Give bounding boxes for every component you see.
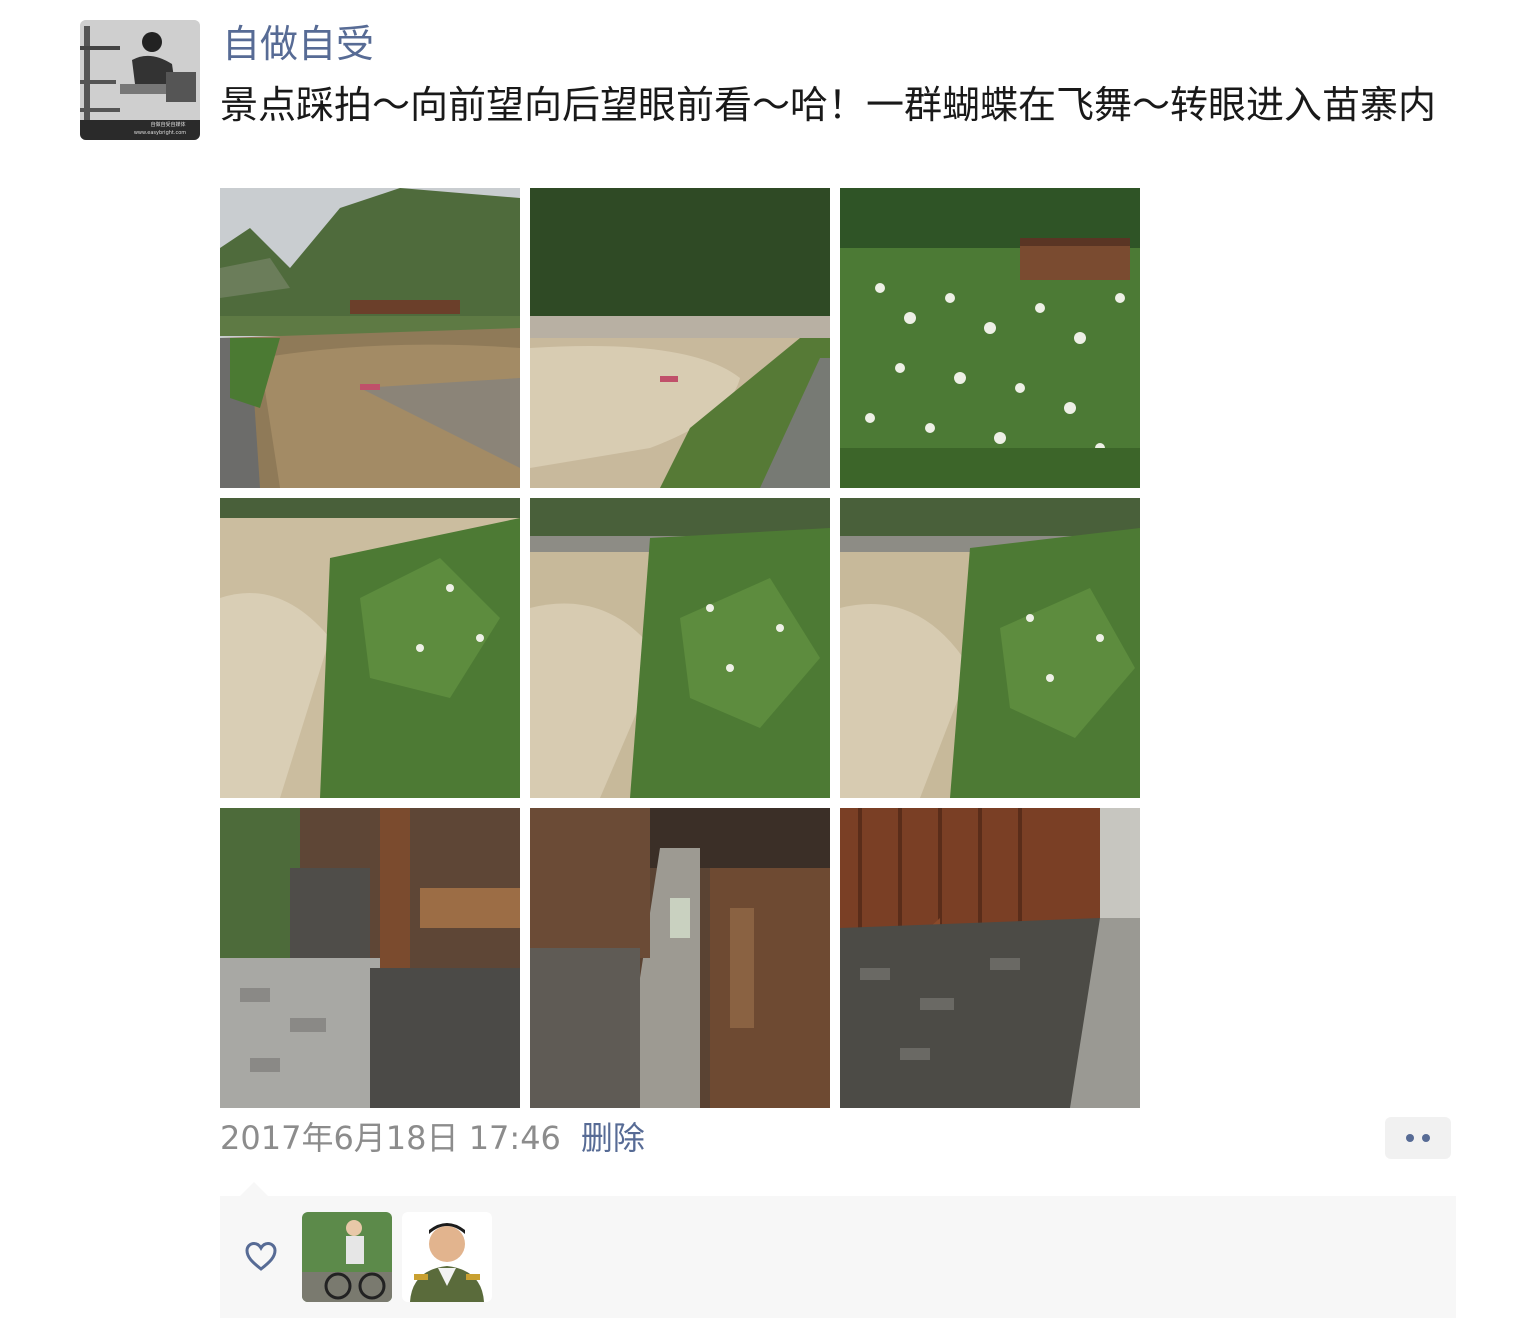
photo-8-image [530,808,830,1108]
liker-avatar-1[interactable] [302,1212,392,1302]
photo-3[interactable] [840,188,1140,488]
more-options-button[interactable] [1385,1117,1451,1159]
photo-grid [220,188,1140,1108]
avatar-url-text: www.easybright.com [134,130,186,136]
photo-2[interactable] [530,188,830,488]
post-text: 景点踩拍～向前望向后望眼前看～哈！一群蝴蝶在飞舞～转眼进入苗寨内 [220,83,1437,127]
liker-avatar-2[interactable] [402,1212,492,1302]
liker-avatar-2-image [402,1212,492,1302]
photo-7-image [220,808,520,1108]
photo-4[interactable] [220,498,520,798]
more-dot-icon [1406,1134,1414,1142]
heart-outline-icon [245,1241,277,1271]
avatar-caption: 自做自受自媒体 [150,121,185,128]
photo-6-image [840,498,1140,798]
liker-avatar-1-image [302,1212,392,1302]
post-meta: 2017年6月18日 17:46 删除 [220,1116,645,1160]
photo-2-image [530,188,830,488]
photo-8[interactable] [530,808,830,1108]
photo-7[interactable] [220,808,520,1108]
photo-1-image [220,188,520,488]
author-name[interactable]: 自做自受 [222,18,374,70]
delete-link[interactable]: 删除 [581,1119,645,1157]
photo-9[interactable] [840,808,1140,1108]
photo-9-image [840,808,1140,1108]
photo-3-image [840,188,1140,488]
avatar-image: 自做自受自媒体 www.easybright.com [80,20,200,140]
photo-5[interactable] [530,498,830,798]
likes-pointer [240,1182,268,1196]
photo-6[interactable] [840,498,1140,798]
more-dot-icon [1422,1134,1430,1142]
photo-5-image [530,498,830,798]
post-timestamp: 2017年6月18日 17:46 [220,1119,561,1157]
photo-4-image [220,498,520,798]
photo-1[interactable] [220,188,520,488]
author-avatar[interactable]: 自做自受自媒体 www.easybright.com [80,20,200,140]
likes-section [220,1196,1456,1318]
